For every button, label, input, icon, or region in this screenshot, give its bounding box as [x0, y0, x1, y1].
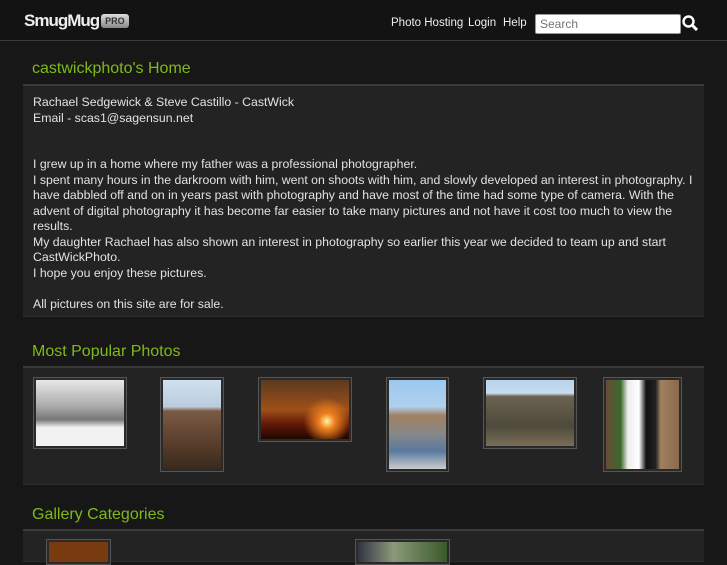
categories-title: Gallery Categories [32, 506, 165, 523]
photo-thumbnail[interactable] [258, 377, 352, 442]
search-icon[interactable] [682, 15, 698, 31]
smugmug-logo[interactable]: SmugMug PRO [24, 11, 129, 31]
home-title: castwickphoto's Home [32, 60, 191, 77]
photo-thumbnail[interactable] [160, 377, 224, 472]
bio-line: All pictures on this site are for sale. [33, 296, 224, 311]
pro-badge: PRO [101, 14, 129, 28]
nav-photo-hosting[interactable]: Photo Hosting [391, 17, 463, 29]
search-input[interactable] [535, 14, 681, 34]
nav-help[interactable]: Help [503, 17, 527, 29]
bio-line: I spent many hours in the darkroom with … [33, 172, 693, 234]
bio-line: My daughter Rachael has also shown an in… [33, 234, 666, 265]
popular-title: Most Popular Photos [32, 343, 181, 360]
photo-thumbnail[interactable] [33, 377, 127, 449]
bio-email: Email - scas1@sagensun.net [33, 110, 194, 125]
photo-thumbnail[interactable] [483, 377, 577, 449]
bio-line: Rachael Sedgewick & Steve Castillo - Cas… [33, 95, 295, 109]
nav-login[interactable]: Login [468, 17, 496, 29]
category-thumbnail[interactable] [355, 539, 450, 565]
logo-text: SmugMug [24, 11, 100, 30]
category-thumbnail[interactable] [46, 539, 111, 565]
bio-line: I grew up in a home where my father was … [33, 157, 418, 171]
top-bar: SmugMug PRO Photo Hosting Login Help [0, 0, 727, 41]
photo-thumbnail[interactable] [603, 377, 682, 472]
bio-panel: Rachael Sedgewick & Steve Castillo - Cas… [23, 84, 704, 317]
bio-line: I hope you enjoy these pictures. [33, 265, 207, 280]
photo-thumbnail[interactable] [386, 377, 449, 472]
